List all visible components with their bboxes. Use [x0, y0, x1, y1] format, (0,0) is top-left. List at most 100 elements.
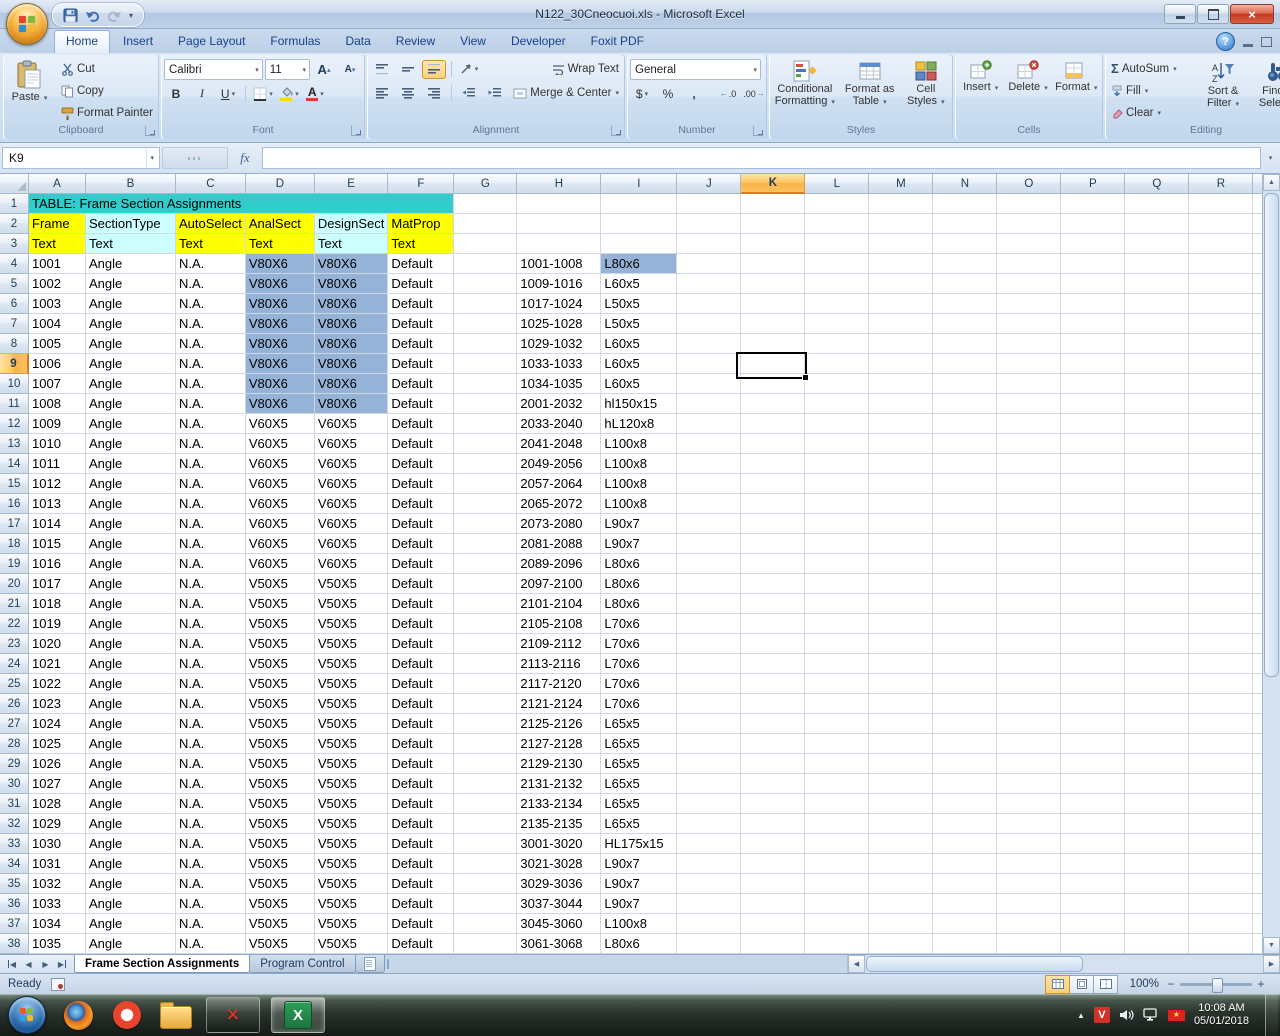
autoselect-cell[interactable]: N.A.: [176, 774, 246, 794]
frame-cell[interactable]: 1034: [29, 914, 86, 934]
grid-cell[interactable]: [869, 854, 933, 874]
autoselect-cell[interactable]: N.A.: [176, 894, 246, 914]
grid-cell[interactable]: [1125, 774, 1189, 794]
sectiontype-cell[interactable]: Angle: [86, 774, 176, 794]
grid-cell[interactable]: [1189, 254, 1253, 274]
row-header-32[interactable]: 32: [0, 814, 29, 834]
grid-cell[interactable]: [1189, 754, 1253, 774]
analsect-cell[interactable]: V50X5: [246, 594, 315, 614]
designsect-cell[interactable]: V60X5: [315, 534, 388, 554]
sectiontype-cell[interactable]: Angle: [86, 574, 176, 594]
grid-cell[interactable]: [741, 594, 805, 614]
field-type-cell[interactable]: Text: [29, 234, 86, 254]
grid-cell[interactable]: [677, 714, 741, 734]
designsect-cell[interactable]: V50X5: [315, 934, 388, 954]
grid-cell[interactable]: [1189, 374, 1253, 394]
grid-cell[interactable]: [997, 194, 1061, 214]
row-header-2[interactable]: 2: [0, 214, 29, 234]
page-layout-view-button[interactable]: [1069, 975, 1094, 994]
grid-cell[interactable]: [805, 614, 869, 634]
analsect-cell[interactable]: V50X5: [246, 634, 315, 654]
frame-cell[interactable]: 1021: [29, 654, 86, 674]
grid-cell[interactable]: [997, 274, 1061, 294]
font-size-combo[interactable]: 11▾: [265, 59, 310, 80]
range-cell[interactable]: 2113-2116: [517, 654, 601, 674]
grid-cell[interactable]: [454, 194, 517, 214]
grid-cell[interactable]: [1061, 534, 1125, 554]
unikey-icon[interactable]: V: [1094, 1007, 1110, 1023]
section-label-cell[interactable]: L80x6: [601, 554, 677, 574]
scroll-down-button[interactable]: ▼: [1263, 937, 1280, 954]
grid-cell[interactable]: [741, 534, 805, 554]
grid-cell[interactable]: [454, 434, 517, 454]
grid-cell[interactable]: [454, 934, 517, 954]
maximize-button[interactable]: [1197, 4, 1229, 24]
grid-cell[interactable]: [517, 194, 601, 214]
grid-cell[interactable]: [1189, 534, 1253, 554]
frame-cell[interactable]: 1035: [29, 934, 86, 954]
grid-cell[interactable]: [741, 934, 805, 954]
grid-cell[interactable]: [1189, 294, 1253, 314]
range-cell[interactable]: 1029-1032: [517, 334, 601, 354]
autoselect-cell[interactable]: N.A.: [176, 394, 246, 414]
field-type-cell[interactable]: Text: [86, 234, 176, 254]
font-color-button[interactable]: A▾: [303, 84, 327, 103]
grid-cell[interactable]: [677, 514, 741, 534]
sectiontype-cell[interactable]: Angle: [86, 454, 176, 474]
row-header-35[interactable]: 35: [0, 874, 29, 894]
show-desktop-button[interactable]: [1265, 994, 1278, 1036]
grid-cell[interactable]: [1125, 614, 1189, 634]
row-header-38[interactable]: 38: [0, 934, 29, 954]
frame-cell[interactable]: 1006: [29, 354, 86, 374]
column-header-P[interactable]: P: [1061, 174, 1125, 194]
autoselect-cell[interactable]: N.A.: [176, 314, 246, 334]
column-header-D[interactable]: D: [246, 174, 315, 194]
grid-cell[interactable]: [869, 434, 933, 454]
range-cell[interactable]: 1025-1028: [517, 314, 601, 334]
grid-cell[interactable]: [805, 494, 869, 514]
find-select-button[interactable]: Find & Select ▾: [1252, 57, 1280, 124]
grid-cell[interactable]: [1125, 914, 1189, 934]
designsect-cell[interactable]: V60X5: [315, 414, 388, 434]
field-type-cell[interactable]: Text: [246, 234, 315, 254]
section-label-cell[interactable]: L60x5: [601, 354, 677, 374]
grid-cell[interactable]: [677, 254, 741, 274]
grid-cell[interactable]: [1061, 814, 1125, 834]
grid-cell[interactable]: [997, 634, 1061, 654]
grid-cell[interactable]: [869, 654, 933, 674]
grid-cell[interactable]: [454, 634, 517, 654]
range-cell[interactable]: 3045-3060: [517, 914, 601, 934]
grid-cell[interactable]: [997, 894, 1061, 914]
horizontal-scroll-thumb[interactable]: [866, 956, 1083, 972]
row-header-28[interactable]: 28: [0, 734, 29, 754]
grid-cell[interactable]: [1189, 714, 1253, 734]
grid-cell[interactable]: [1189, 814, 1253, 834]
sectiontype-cell[interactable]: Angle: [86, 394, 176, 414]
grid-cell[interactable]: [997, 574, 1061, 594]
grid-cell[interactable]: [454, 894, 517, 914]
row-header-3[interactable]: 3: [0, 234, 29, 254]
zoom-slider-track[interactable]: [1180, 983, 1252, 986]
grid-cell[interactable]: [454, 754, 517, 774]
frame-cell[interactable]: 1018: [29, 594, 86, 614]
grid-cell[interactable]: [869, 774, 933, 794]
grid-cell[interactable]: [1061, 594, 1125, 614]
designsect-cell[interactable]: V80X6: [315, 274, 388, 294]
grid-cell[interactable]: [1061, 874, 1125, 894]
row-header-20[interactable]: 20: [0, 574, 29, 594]
autoselect-cell[interactable]: N.A.: [176, 594, 246, 614]
row-header-7[interactable]: 7: [0, 314, 29, 334]
row-header-31[interactable]: 31: [0, 794, 29, 814]
section-label-cell[interactable]: L80x6: [601, 934, 677, 954]
grid-cell[interactable]: [454, 814, 517, 834]
row-header-18[interactable]: 18: [0, 534, 29, 554]
analsect-cell[interactable]: V60X5: [246, 494, 315, 514]
sectiontype-cell[interactable]: Angle: [86, 654, 176, 674]
grid-cell[interactable]: [677, 374, 741, 394]
grid-cell[interactable]: [997, 394, 1061, 414]
matprop-cell[interactable]: Default: [388, 714, 454, 734]
sectiontype-cell[interactable]: Angle: [86, 934, 176, 954]
previous-sheet-button[interactable]: ◀: [21, 957, 36, 971]
grid-cell[interactable]: [1189, 394, 1253, 414]
grid-cell[interactable]: [1061, 274, 1125, 294]
